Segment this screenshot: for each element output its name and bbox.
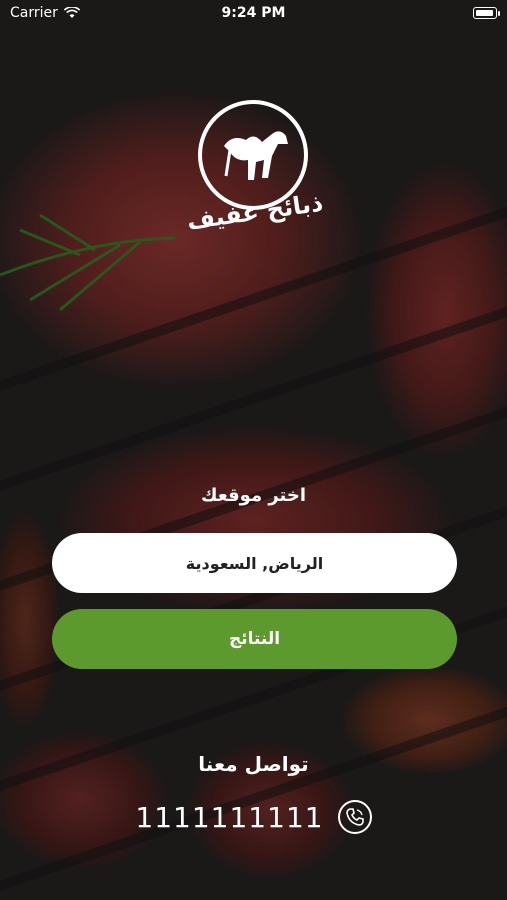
- results-button[interactable]: النتائج: [52, 609, 457, 669]
- contact-heading: تواصل معنا: [198, 752, 309, 776]
- phone-number[interactable]: 1111111111: [135, 801, 323, 834]
- phone-row[interactable]: 1111111111: [0, 800, 507, 834]
- choose-location-label: اختر موقعك: [200, 485, 307, 506]
- phone-icon[interactable]: [337, 800, 372, 834]
- battery-icon: [473, 7, 500, 19]
- location-value: الرياض, السعودية: [185, 553, 324, 573]
- location-field[interactable]: الرياض, السعودية: [52, 533, 457, 593]
- results-button-label: النتائج: [228, 629, 281, 649]
- brand-logo: ذبائح عفيف: [180, 100, 330, 250]
- status-bar: Carrier 9:24 PM: [0, 0, 507, 28]
- status-time: 9:24 PM: [221, 5, 286, 21]
- screen: Carrier 9:24 PM ذبائح عفيف اختر موقعك ال…: [0, 0, 507, 900]
